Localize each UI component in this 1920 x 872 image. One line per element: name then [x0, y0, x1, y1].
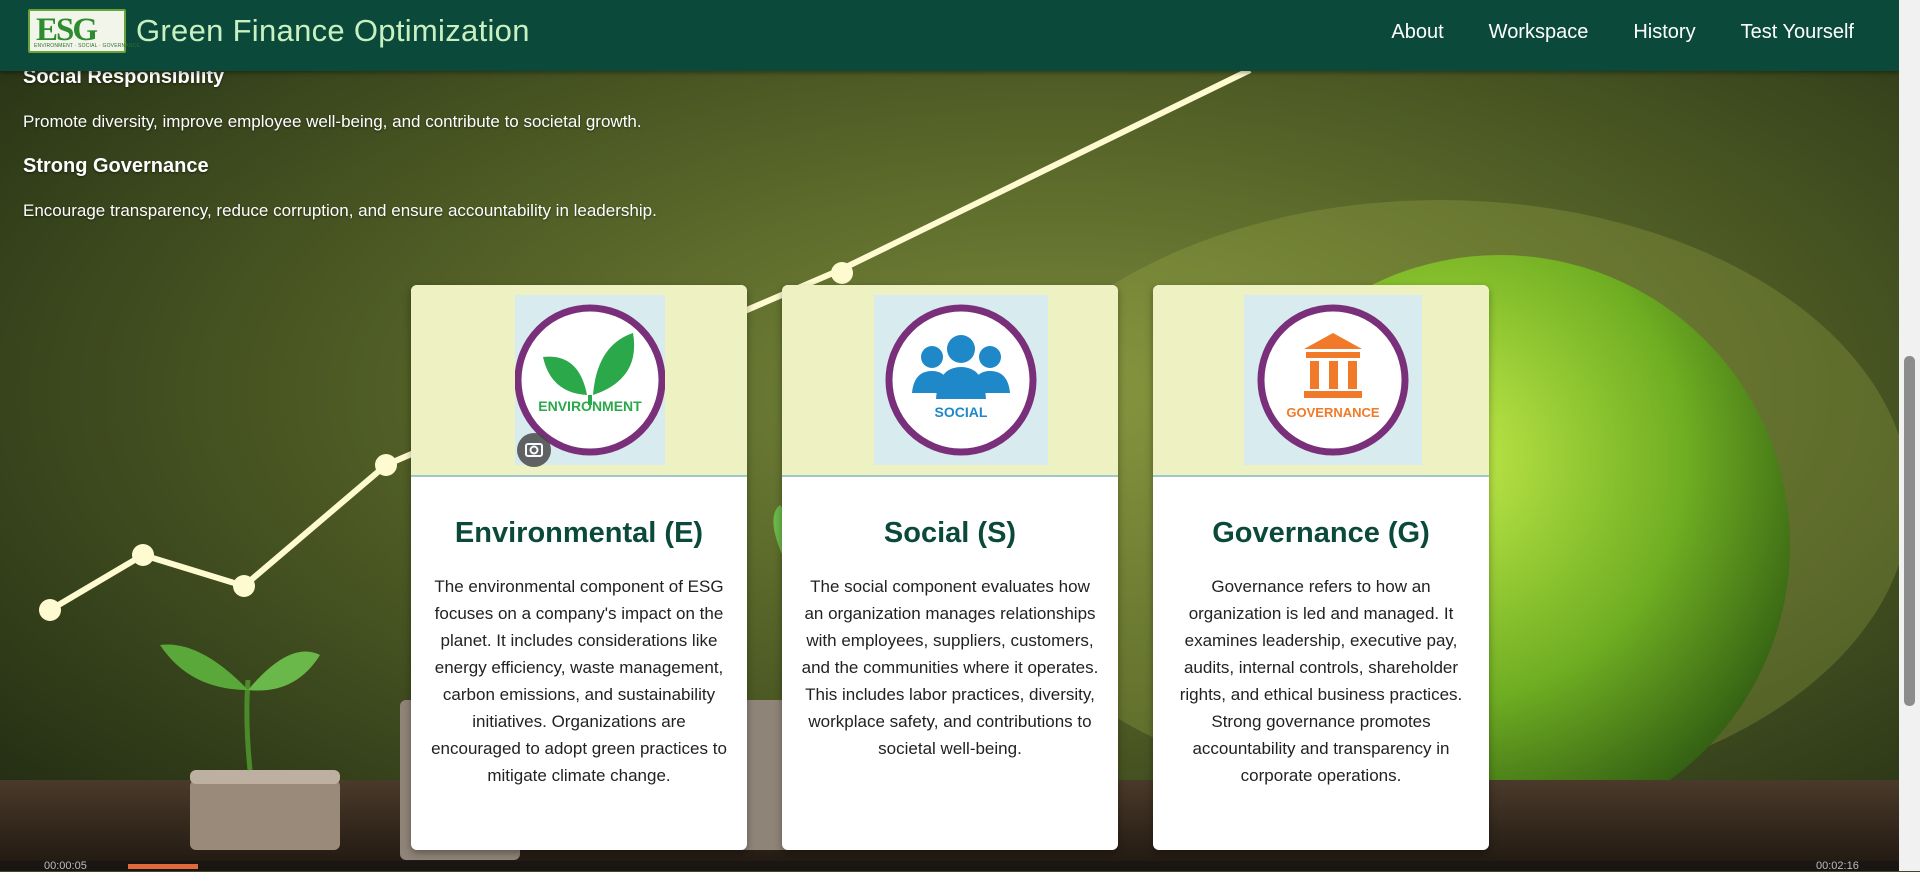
- strong-governance-text: Encourage transparency, reduce corruptio…: [23, 201, 657, 220]
- nav-link-workspace[interactable]: Workspace: [1489, 21, 1589, 44]
- logo-subtext: ENVIRONMENT · SOCIAL · GOVERNANCE: [34, 43, 141, 49]
- lens-icon[interactable]: [517, 433, 551, 467]
- governance-icon-label: GOVERNANCE: [1286, 405, 1380, 420]
- environmental-card: ENVIRONMENT Environmental (E) The enviro…: [411, 285, 747, 850]
- governance-image: GOVERNANCE: [1244, 295, 1422, 465]
- card-image-area: ENVIRONMENT: [411, 285, 747, 477]
- governance-card-text: Governance refers to how an organization…: [1179, 577, 1463, 785]
- card-image-area: GOVERNANCE: [1153, 285, 1489, 477]
- coin-stack: [190, 780, 340, 850]
- page-scrollbar[interactable]: [1899, 0, 1920, 871]
- top-navbar: ESG ENVIRONMENT · SOCIAL · GOVERNANCE Gr…: [0, 0, 1899, 71]
- scrollbar-thumb[interactable]: [1904, 356, 1915, 706]
- card-image-area: SOCIAL: [782, 285, 1118, 477]
- nav-menu: About Workspace History Test Yourself: [1391, 21, 1854, 44]
- video-time-elapsed: 00:00:05: [44, 860, 87, 872]
- environmental-card-title: Environmental (E): [454, 517, 704, 549]
- esg-logo[interactable]: ESG ENVIRONMENT · SOCIAL · GOVERNANCE: [28, 9, 140, 53]
- social-card: SOCIAL Social (S) The social component e…: [782, 285, 1118, 850]
- environmental-card-text: The environmental component of ESG focus…: [431, 577, 727, 785]
- environment-icon-label: ENVIRONMENT: [538, 398, 642, 414]
- social-responsibility-text: Promote diversity, improve employee well…: [23, 112, 642, 131]
- video-progress-bar[interactable]: [0, 861, 1899, 871]
- social-image: SOCIAL: [874, 295, 1048, 465]
- governance-card: GOVERNANCE Governance (G) Governance ref…: [1153, 285, 1489, 850]
- social-icon-label: SOCIAL: [935, 404, 988, 420]
- nav-link-history[interactable]: History: [1633, 21, 1695, 44]
- video-time-total: 00:02:16: [1816, 860, 1859, 872]
- site-title: Green Finance Optimization: [136, 13, 530, 48]
- video-progress-fill: [128, 864, 198, 869]
- governance-card-title: Governance (G): [1212, 517, 1430, 549]
- nav-link-about[interactable]: About: [1391, 21, 1443, 44]
- strong-governance-heading: Strong Governance: [23, 155, 209, 177]
- nav-link-test-yourself[interactable]: Test Yourself: [1741, 21, 1854, 44]
- social-card-text: The social component evaluates how an or…: [801, 577, 1099, 758]
- social-card-title: Social (S): [883, 517, 1017, 549]
